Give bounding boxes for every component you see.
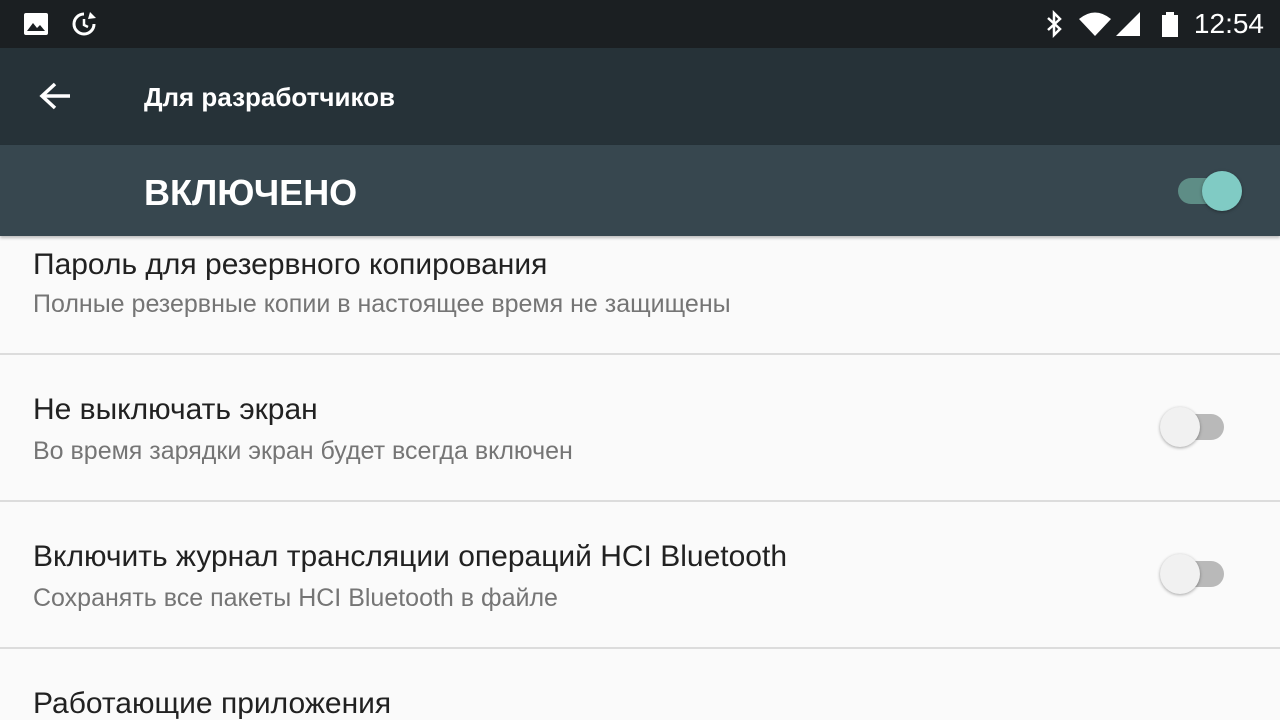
clock: 12:54 [1193,8,1264,39]
master-switch-bar[interactable]: ВКЛЮЧЕНО [0,145,1280,236]
status-bar: 12:54 [0,0,1280,48]
signal-icon [1116,12,1140,36]
item-title: Работающие приложения [33,687,392,720]
master-toggle[interactable] [1172,165,1242,211]
item-summary: Во время зарядки экран будет всегда вклю… [33,437,573,465]
item-summary: Полные резервные копии в настоящее время… [33,290,731,318]
item-title: Не выключать экран [33,393,318,426]
image-icon [24,13,48,35]
back-arrow-icon[interactable] [36,77,76,117]
master-switch-label: ВКЛЮЧЕНО [144,172,358,213]
item-summary: Сохранять все пакеты HCI Bluetooth в фай… [33,584,558,612]
list-item-running-services[interactable]: Работающие приложения [0,649,1280,720]
item-title: Включить журнал трансляции операций HCI … [33,540,787,573]
list-item-backup-password[interactable]: Пароль для резервного копирования Полные… [0,236,1280,355]
list-item-stay-awake[interactable]: Не выключать экран Во время зарядки экра… [0,355,1280,502]
toggle-thumb [1202,171,1242,211]
toolbar: Для разработчиков [0,48,1280,145]
page-title: Для разработчиков [144,82,395,112]
item-title: Пароль для резервного копирования [33,248,548,281]
toggle-thumb [1160,407,1200,447]
stay-awake-toggle[interactable] [1160,401,1230,447]
hci-log-toggle[interactable] [1160,548,1230,594]
battery-icon [1162,12,1178,37]
wifi-icon [1079,12,1111,36]
list-item-hci-log[interactable]: Включить журнал трансляции операций HCI … [0,502,1280,649]
bluetooth-icon [1047,10,1062,38]
sync-icon [72,12,96,36]
toggle-thumb [1160,554,1200,594]
